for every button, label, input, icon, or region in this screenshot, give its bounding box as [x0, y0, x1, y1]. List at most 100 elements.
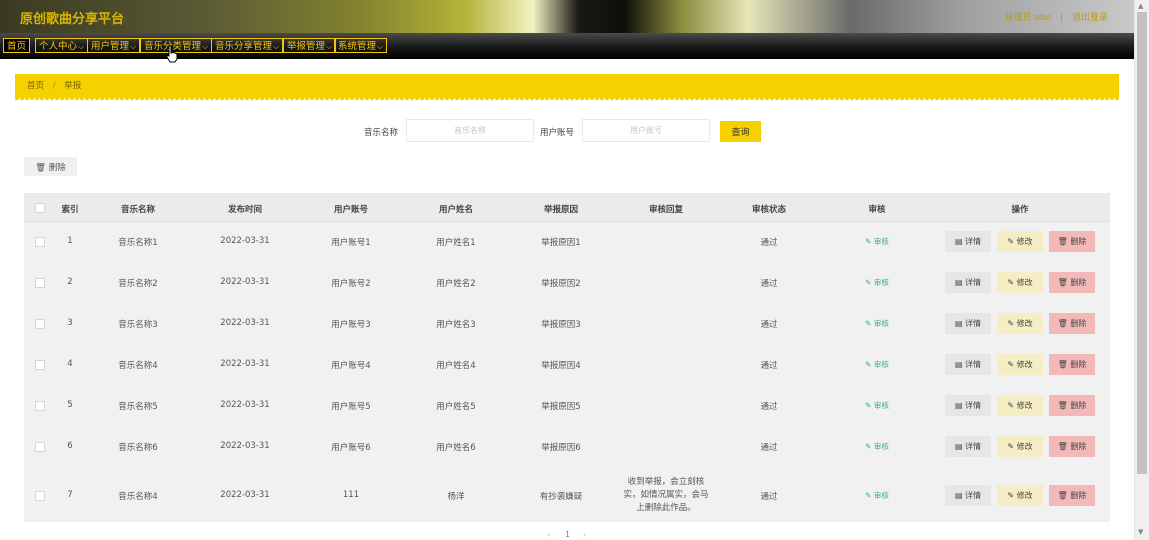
audit-link[interactable]: ✎ 审核: [865, 236, 889, 247]
document-icon: ▤: [954, 237, 963, 246]
pencil-icon: ✎: [1007, 278, 1015, 287]
trash-icon: 🗑: [35, 162, 47, 173]
bulk-delete-button[interactable]: 🗑 删除: [24, 157, 77, 176]
vertical-scrollbar[interactable]: ▲ ▼: [1134, 0, 1149, 540]
nav-home[interactable]: 首页: [3, 38, 31, 53]
edit-button[interactable]: ✎ 修改: [997, 231, 1043, 252]
delete-button[interactable]: 🗑 删除: [1049, 436, 1095, 457]
query-button[interactable]: 查询: [720, 121, 761, 142]
table-row: 5 音乐名称5 2022-03-31 用户账号5 用户姓名5 举报原因5 通过 …: [24, 385, 1110, 426]
pencil-icon: ✎: [865, 401, 872, 410]
audit-link[interactable]: ✎ 审核: [865, 359, 889, 370]
cell-user-name: 杨洋: [447, 492, 465, 502]
document-icon: ▤: [954, 360, 963, 369]
row-checkbox[interactable]: [35, 319, 45, 329]
nav-report-management-label: 举报管理: [287, 41, 326, 52]
logout-link[interactable]: 退出登录: [1072, 13, 1108, 23]
detail-label: 详情: [965, 237, 982, 246]
delete-button[interactable]: 🗑 删除: [1049, 485, 1095, 506]
user-account-input[interactable]: [582, 119, 710, 142]
detail-button[interactable]: ▤ 详情: [945, 313, 991, 334]
document-icon: ▤: [954, 491, 963, 500]
audit-link[interactable]: ✎ 审核: [865, 441, 889, 452]
row-checkbox[interactable]: [35, 401, 45, 411]
edit-label: 修改: [1016, 491, 1033, 500]
nav-user-management[interactable]: 用户管理⌵: [87, 38, 141, 53]
table-row: 4 音乐名称4 2022-03-31 用户账号4 用户姓名4 举报原因4 通过 …: [24, 344, 1110, 385]
audit-link-label: 审核: [873, 278, 889, 287]
header-index: 索引: [61, 205, 79, 215]
edit-button[interactable]: ✎ 修改: [997, 485, 1043, 506]
nav-system-management[interactable]: 系统管理⌵: [334, 38, 388, 53]
scroll-down-icon[interactable]: ▼: [1138, 528, 1143, 536]
trash-icon: 🗑: [1057, 278, 1068, 287]
edit-button[interactable]: ✎ 修改: [997, 313, 1043, 334]
detail-button[interactable]: ▤ 详情: [945, 395, 991, 416]
scroll-up-icon[interactable]: ▲: [1138, 2, 1143, 10]
cell-index: 2: [67, 277, 73, 287]
pagination-prev[interactable]: ‹: [547, 530, 550, 539]
chevron-down-icon: ⌵: [326, 42, 333, 51]
select-all-checkbox[interactable]: [35, 203, 45, 213]
music-name-input[interactable]: [406, 119, 534, 142]
nav-music-share-management[interactable]: 音乐分享管理⌵: [211, 38, 284, 53]
detail-button[interactable]: ▤ 详情: [945, 485, 991, 506]
detail-label: 详情: [965, 360, 982, 369]
edit-button[interactable]: ✎ 修改: [997, 354, 1043, 375]
chevron-down-icon: ⌵: [377, 42, 384, 51]
breadcrumb-home[interactable]: 首页: [27, 81, 44, 91]
row-checkbox[interactable]: [35, 442, 45, 452]
delete-label: 删除: [1070, 401, 1087, 410]
row-checkbox[interactable]: [35, 278, 45, 288]
scrollbar-thumb[interactable]: [1137, 12, 1147, 474]
row-checkbox[interactable]: [35, 491, 45, 501]
delete-button[interactable]: 🗑 删除: [1049, 395, 1095, 416]
edit-button[interactable]: ✎ 修改: [997, 395, 1043, 416]
audit-link-label: 审核: [873, 401, 889, 410]
pencil-icon: ✎: [865, 278, 872, 287]
edit-button[interactable]: ✎ 修改: [997, 272, 1043, 293]
row-checkbox[interactable]: [35, 237, 45, 247]
pencil-icon: ✎: [1007, 442, 1015, 451]
audit-link[interactable]: ✎ 审核: [865, 400, 889, 411]
delete-button[interactable]: 🗑 删除: [1049, 231, 1095, 252]
cell-publish-time: 2022-03-31: [220, 318, 270, 328]
audit-link[interactable]: ✎ 审核: [865, 318, 889, 329]
edit-label: 修改: [1016, 319, 1033, 328]
audit-link[interactable]: ✎ 审核: [865, 490, 889, 501]
edit-label: 修改: [1016, 237, 1033, 246]
cell-audit-status: 通过: [760, 443, 778, 453]
pagination-page[interactable]: 1: [565, 530, 570, 539]
edit-button[interactable]: ✎ 修改: [997, 436, 1043, 457]
detail-label: 详情: [965, 319, 982, 328]
detail-button[interactable]: ▤ 详情: [945, 272, 991, 293]
table-row: 3 音乐名称3 2022-03-31 用户账号3 用户姓名3 举报原因3 通过 …: [24, 303, 1110, 344]
edit-label: 修改: [1016, 442, 1033, 451]
detail-label: 详情: [965, 401, 982, 410]
cell-user-name: 用户姓名2: [436, 279, 476, 289]
detail-button[interactable]: ▤ 详情: [945, 436, 991, 457]
app-title: 原创歌曲分享平台: [20, 12, 125, 27]
detail-button[interactable]: ▤ 详情: [945, 354, 991, 375]
delete-label: 删除: [1070, 360, 1087, 369]
row-checkbox[interactable]: [35, 360, 45, 370]
header-publish-time: 发布时间: [227, 205, 263, 215]
audit-link[interactable]: ✎ 审核: [865, 277, 889, 288]
cell-audit-reply: 收到举报，会立刻核实，如情况属实，会马上删除此作品。: [623, 477, 709, 513]
nav-personal-center[interactable]: 个人中心⌵: [35, 38, 89, 53]
trash-icon: 🗑: [1057, 401, 1068, 410]
nav-home-label: 首页: [7, 41, 27, 52]
user-account-label: 用户账号: [540, 128, 575, 138]
nav-user-management-label: 用户管理: [91, 41, 130, 52]
delete-button[interactable]: 🗑 删除: [1049, 354, 1095, 375]
table-row: 6 音乐名称6 2022-03-31 用户账号6 用户姓名6 举报原因6 通过 …: [24, 426, 1110, 467]
delete-button[interactable]: 🗑 删除: [1049, 313, 1095, 334]
delete-button[interactable]: 🗑 删除: [1049, 272, 1095, 293]
cell-music-name: 音乐名称4: [118, 492, 158, 502]
nav-system-management-label: 系统管理: [338, 41, 377, 52]
detail-button[interactable]: ▤ 详情: [945, 231, 991, 252]
pagination-next[interactable]: ›: [583, 530, 586, 539]
nav-report-management[interactable]: 举报管理⌵: [283, 38, 337, 53]
pencil-icon: ✎: [1007, 401, 1015, 410]
trash-icon: 🗑: [1057, 360, 1068, 369]
